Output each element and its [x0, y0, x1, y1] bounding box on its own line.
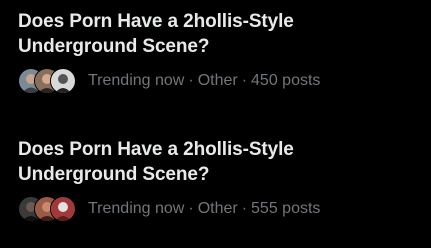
trend-status: Trending now: [88, 72, 185, 89]
trend-title-line-2: Underground Scene?: [18, 164, 210, 185]
trend-item[interactable]: Does Porn Have a 2hollis-Style Undergrou…: [0, 128, 431, 248]
trend-post-count: 555 posts: [251, 200, 321, 217]
trend-meta-row: Trending now · Other · 555 posts: [18, 195, 320, 223]
meta-separator: ·: [241, 200, 248, 217]
trend-title[interactable]: Does Porn Have a 2hollis-Style Undergrou…: [18, 137, 418, 187]
meta-separator: ·: [188, 72, 194, 89]
avatar-photo-icon: [50, 196, 76, 222]
trends-feed: Does Porn Have a 2hollis-Style Undergrou…: [0, 0, 431, 248]
avatar-photo-icon: [50, 68, 76, 94]
avatar-stack[interactable]: [18, 67, 78, 95]
trend-meta: Trending now · Other · 450 posts: [88, 72, 320, 90]
trend-title-line-1: Does Porn Have a 2hollis-Style: [18, 11, 294, 32]
trend-status: Trending now: [88, 200, 185, 217]
trend-title-line-1: Does Porn Have a 2hollis-Style: [18, 139, 294, 160]
trend-meta: Trending now · Other · 555 posts: [88, 200, 320, 218]
trend-item[interactable]: Does Porn Have a 2hollis-Style Undergrou…: [0, 0, 431, 124]
trend-title-line-2: Underground Scene?: [18, 36, 210, 57]
meta-separator: ·: [188, 200, 194, 217]
trend-category: Other: [197, 72, 238, 89]
meta-separator: ·: [241, 72, 248, 89]
trend-title[interactable]: Does Porn Have a 2hollis-Style Undergrou…: [18, 9, 418, 59]
trend-meta-row: Trending now · Other · 450 posts: [18, 67, 320, 95]
trend-category: Other: [197, 200, 238, 217]
avatar-stack[interactable]: [18, 195, 78, 223]
trend-post-count: 450 posts: [251, 72, 321, 89]
